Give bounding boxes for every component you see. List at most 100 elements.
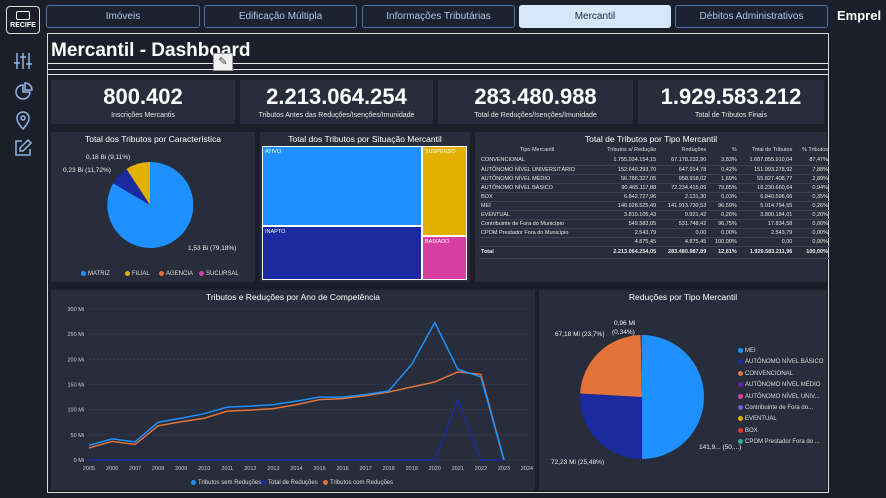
table-cell: 17.834,58 <box>738 219 795 229</box>
table-row[interactable]: BOX 6.842.727,96 2.131,30 0,03% 6.840.596,66… <box>479 192 830 202</box>
legend-label: CONVENCIONAL <box>745 370 794 377</box>
legend-item[interactable]: CONVENCIONAL <box>738 370 823 382</box>
table-cell: 647.014,78 <box>658 165 709 175</box>
legend-item[interactable]: AGENCIA <box>159 271 193 277</box>
series-line-tributos-sem-redu-es[interactable] <box>88 320 505 461</box>
table-cell: 3.800.184,01 <box>738 210 795 220</box>
table-cell: CPOM Prestador Fora do Município <box>479 228 596 238</box>
table-cell: 531.748,42 <box>658 219 709 229</box>
tributos-table: Tipo Mercantil Tributos s/ Redução Reduçõe… <box>479 143 830 259</box>
table-cell: EVENTUAL <box>479 210 596 220</box>
table-header[interactable]: % <box>708 143 739 156</box>
tab-imoveis[interactable]: Imóveis <box>46 5 200 28</box>
series-line-total-de-redu-es[interactable] <box>89 397 504 461</box>
table-cell: 0,26% <box>794 201 830 211</box>
pie-slice-convencional[interactable] <box>580 335 642 397</box>
treemap-ativo[interactable]: ATIVO <box>262 146 422 226</box>
table-cell: 87,47% <box>794 156 830 166</box>
table-cell: 0,35% <box>794 192 830 202</box>
kpi-label: Total de Reduções/Isenções/Imunidade <box>474 112 597 119</box>
table-cell: 0,00 <box>658 228 709 238</box>
legend-item[interactable]: CPOM Prestador Fora do ... <box>738 439 823 450</box>
pie-label: 0,96 Mi <box>614 320 636 327</box>
pie-slice-autonomo-basico[interactable] <box>580 393 642 460</box>
legend-item[interactable]: SUCURSAL <box>199 271 239 277</box>
pie-slice-mei[interactable] <box>642 335 704 459</box>
table-row[interactable]: EVENTUAL 3.810.105,43 9.921,42 0,26% 3.800.1… <box>479 210 830 220</box>
table-cell: CONVENCIONAL <box>479 156 596 166</box>
table-row[interactable]: MEI 146.928.525,49 141.913.730,53 96,59% 5.0… <box>479 201 830 211</box>
x-tick-label: 2011 <box>221 466 233 472</box>
map-pin-icon[interactable] <box>13 110 33 130</box>
tab-debitos-administrativos[interactable]: Débitos Administrativos <box>675 5 828 28</box>
table-cell: AUTÔNOMO NÍVEL MÉDIO <box>479 174 596 184</box>
tab-mercantil[interactable]: Mercantil <box>519 5 671 28</box>
kpi-inscricoes: 800.402 Inscrições Mercantis <box>51 80 235 124</box>
legend-item[interactable]: AUTÔNOMO NÍVEL MÉDIO <box>738 382 823 393</box>
table-row[interactable]: 4.875,45 4.875,45 100,00% 0,00 0,00% <box>479 237 830 247</box>
divider <box>48 74 828 75</box>
table-header[interactable]: Reduções <box>658 143 708 156</box>
legend-dot <box>738 427 743 433</box>
tab-edificacao-multipla[interactable]: Edificação Múltipla <box>204 5 357 28</box>
treemap-suspenso[interactable]: SUSPENSO <box>422 146 467 236</box>
legend-item[interactable]: BOX <box>738 427 823 439</box>
legend-item[interactable]: MEI <box>738 348 823 359</box>
x-tick-label: 2010 <box>198 466 210 472</box>
table-cell: 3.810.105,43 <box>595 210 659 220</box>
legend-item[interactable]: EVENTUAL <box>738 416 823 427</box>
x-tick-label: 2013 <box>267 466 279 472</box>
edit-icon[interactable] <box>13 138 33 158</box>
table-cell: 56.786.327,05 <box>595 174 659 184</box>
table-cell: 2.543,79 <box>738 228 795 238</box>
legend-item[interactable]: Total de Reduções <box>261 480 318 486</box>
legend-item[interactable]: MATRIZ <box>81 271 110 277</box>
table-row[interactable]: AUTÔNOMO NÍVEL MÉDIO 56.786.327,05 958.918… <box>479 174 830 184</box>
table-row[interactable]: Contribuinte de Fora do Município 549.583… <box>479 219 830 229</box>
sliders-icon[interactable] <box>13 51 33 71</box>
legend-item[interactable]: AUTÔNOMO NÍVEL UNIV... <box>738 393 823 405</box>
legend-dot <box>738 404 743 410</box>
tab-informacoes-tributarias[interactable]: Informações Tributárias <box>362 5 515 28</box>
legend-item[interactable]: FILIAL <box>125 271 150 277</box>
treemap-inapto[interactable]: INAPTO <box>262 226 422 280</box>
pie-chart-icon[interactable] <box>13 82 33 102</box>
table-header[interactable]: Total de Tributos <box>739 143 795 156</box>
pie-label: 0,18 Bi (9,11%) <box>86 154 131 161</box>
table-header[interactable]: % Tributos <box>794 143 830 156</box>
kpi-reducoes: 283.480.988 Total de Reduções/Isenções/I… <box>438 80 633 124</box>
line-chart-panel: Tributos e Reduções por Ano de Competênc… <box>51 290 535 490</box>
legend-item[interactable]: Tributos com Reduções <box>323 480 393 486</box>
legend-item[interactable]: Tributos sem Reduções <box>191 480 261 486</box>
table-row[interactable]: CPOM Prestador Fora do Município 2.543,79… <box>479 228 830 238</box>
legend-item[interactable]: Contribuinte de Fora do... <box>738 404 823 416</box>
x-tick-label: 2015 <box>313 466 325 472</box>
treemap-baixado[interactable]: BAIXADO <box>422 236 467 280</box>
table-cell: 549.583,05 <box>595 219 659 229</box>
x-tick-label: 2023 <box>498 466 510 472</box>
legend-item[interactable]: AUTÔNOMO NÍVEL BÁSICO <box>738 359 823 370</box>
table-cell: BOX <box>479 192 596 202</box>
table-cell: 4.875,45 <box>595 237 659 247</box>
kpi-value: 283.480.988 <box>474 84 597 109</box>
table-cell: 141.913.730,53 <box>658 201 709 211</box>
table-cell: 0,20% <box>794 210 830 220</box>
divider <box>48 69 828 70</box>
table-header[interactable]: Tipo Mercantil <box>479 143 595 156</box>
recife-logo[interactable]: RECIFE <box>6 6 40 34</box>
table-header[interactable]: Tributos s/ Redução <box>595 143 658 156</box>
legend-dot <box>738 370 743 376</box>
table-cell: 9.921,42 <box>658 210 709 220</box>
legend-label: Contribuinte de Fora do... <box>745 405 814 412</box>
edit-icon[interactable]: ✎ <box>213 53 233 71</box>
tabela-tipo-mercantil-panel: Total de Tributos por Tipo Mercantil Tip… <box>475 132 830 282</box>
pie-label: 72,23 Mi (25,48%) <box>551 459 605 466</box>
table-cell: 958.918,02 <box>658 174 709 184</box>
table-row[interactable]: AUTÔNOMO NÍVEL UNIVERSITÁRIO 152.640.293,… <box>479 165 830 175</box>
table-row[interactable]: AUTÔNOMO NÍVEL BÁSICO 90.465.117,88 72.234… <box>479 183 830 193</box>
series-line-tributos-com-redu-es[interactable] <box>88 371 505 461</box>
x-tick-label: 2019 <box>406 466 418 472</box>
x-tick-label: 2021 <box>452 466 464 472</box>
y-tick-label: 200 Mi <box>67 357 84 363</box>
table-row[interactable]: CONVENCIONAL 1.755.034.154,15 67.178.232,9… <box>479 156 830 166</box>
